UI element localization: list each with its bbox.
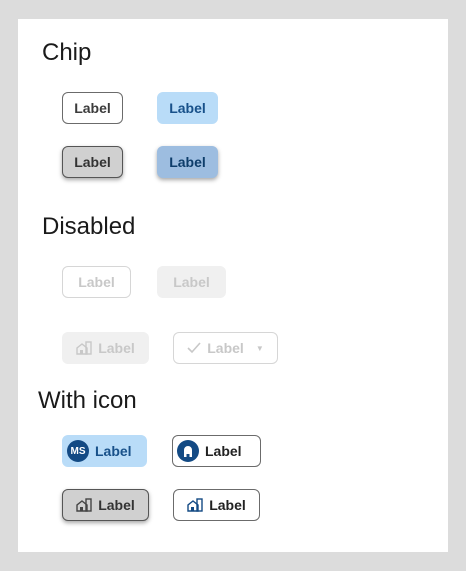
chip-outline-disabled: Label bbox=[62, 266, 131, 298]
building-icon bbox=[76, 498, 92, 512]
avatar: MS bbox=[67, 440, 89, 462]
chip-label: Label bbox=[98, 340, 135, 356]
chip-filled-disabled: Label bbox=[157, 266, 226, 298]
caret-down-icon: ▼ bbox=[255, 343, 264, 353]
chip-showcase-panel: Chip Label Label Label Label Disabled La… bbox=[18, 19, 448, 552]
section-title-with-icon: With icon bbox=[38, 387, 137, 414]
chip-label: Label bbox=[95, 443, 132, 459]
chip-avatar[interactable]: MS Label bbox=[62, 435, 147, 467]
chip-label: Label bbox=[74, 100, 111, 116]
chip-building-pressed[interactable]: Label bbox=[62, 489, 149, 521]
chip-outline-pressed[interactable]: Label bbox=[62, 146, 123, 178]
chip-account[interactable]: Label bbox=[172, 435, 261, 467]
chip-filled-pressed[interactable]: Label bbox=[157, 146, 218, 178]
section-title-disabled: Disabled bbox=[42, 213, 136, 240]
chip-label: Label bbox=[209, 497, 246, 513]
chip-label: Label bbox=[205, 443, 242, 459]
chip-label: Label bbox=[74, 154, 111, 170]
check-icon bbox=[187, 342, 201, 354]
chip-building-disabled: Label bbox=[62, 332, 149, 364]
account-icon bbox=[177, 440, 199, 462]
chip-label: Label bbox=[169, 154, 206, 170]
chip-label: Label bbox=[98, 497, 135, 513]
chip-label: Label bbox=[78, 274, 115, 290]
chip-building-outline[interactable]: Label bbox=[173, 489, 260, 521]
chip-dropdown-disabled: Label ▼ bbox=[173, 332, 278, 364]
chip-filled[interactable]: Label bbox=[157, 92, 218, 124]
section-title-chip: Chip bbox=[42, 39, 92, 66]
building-icon bbox=[76, 341, 92, 355]
chip-label: Label bbox=[173, 274, 210, 290]
chip-label: Label bbox=[169, 100, 206, 116]
chip-label: Label bbox=[207, 340, 244, 356]
building-icon bbox=[187, 498, 203, 512]
chip-outline[interactable]: Label bbox=[62, 92, 123, 124]
